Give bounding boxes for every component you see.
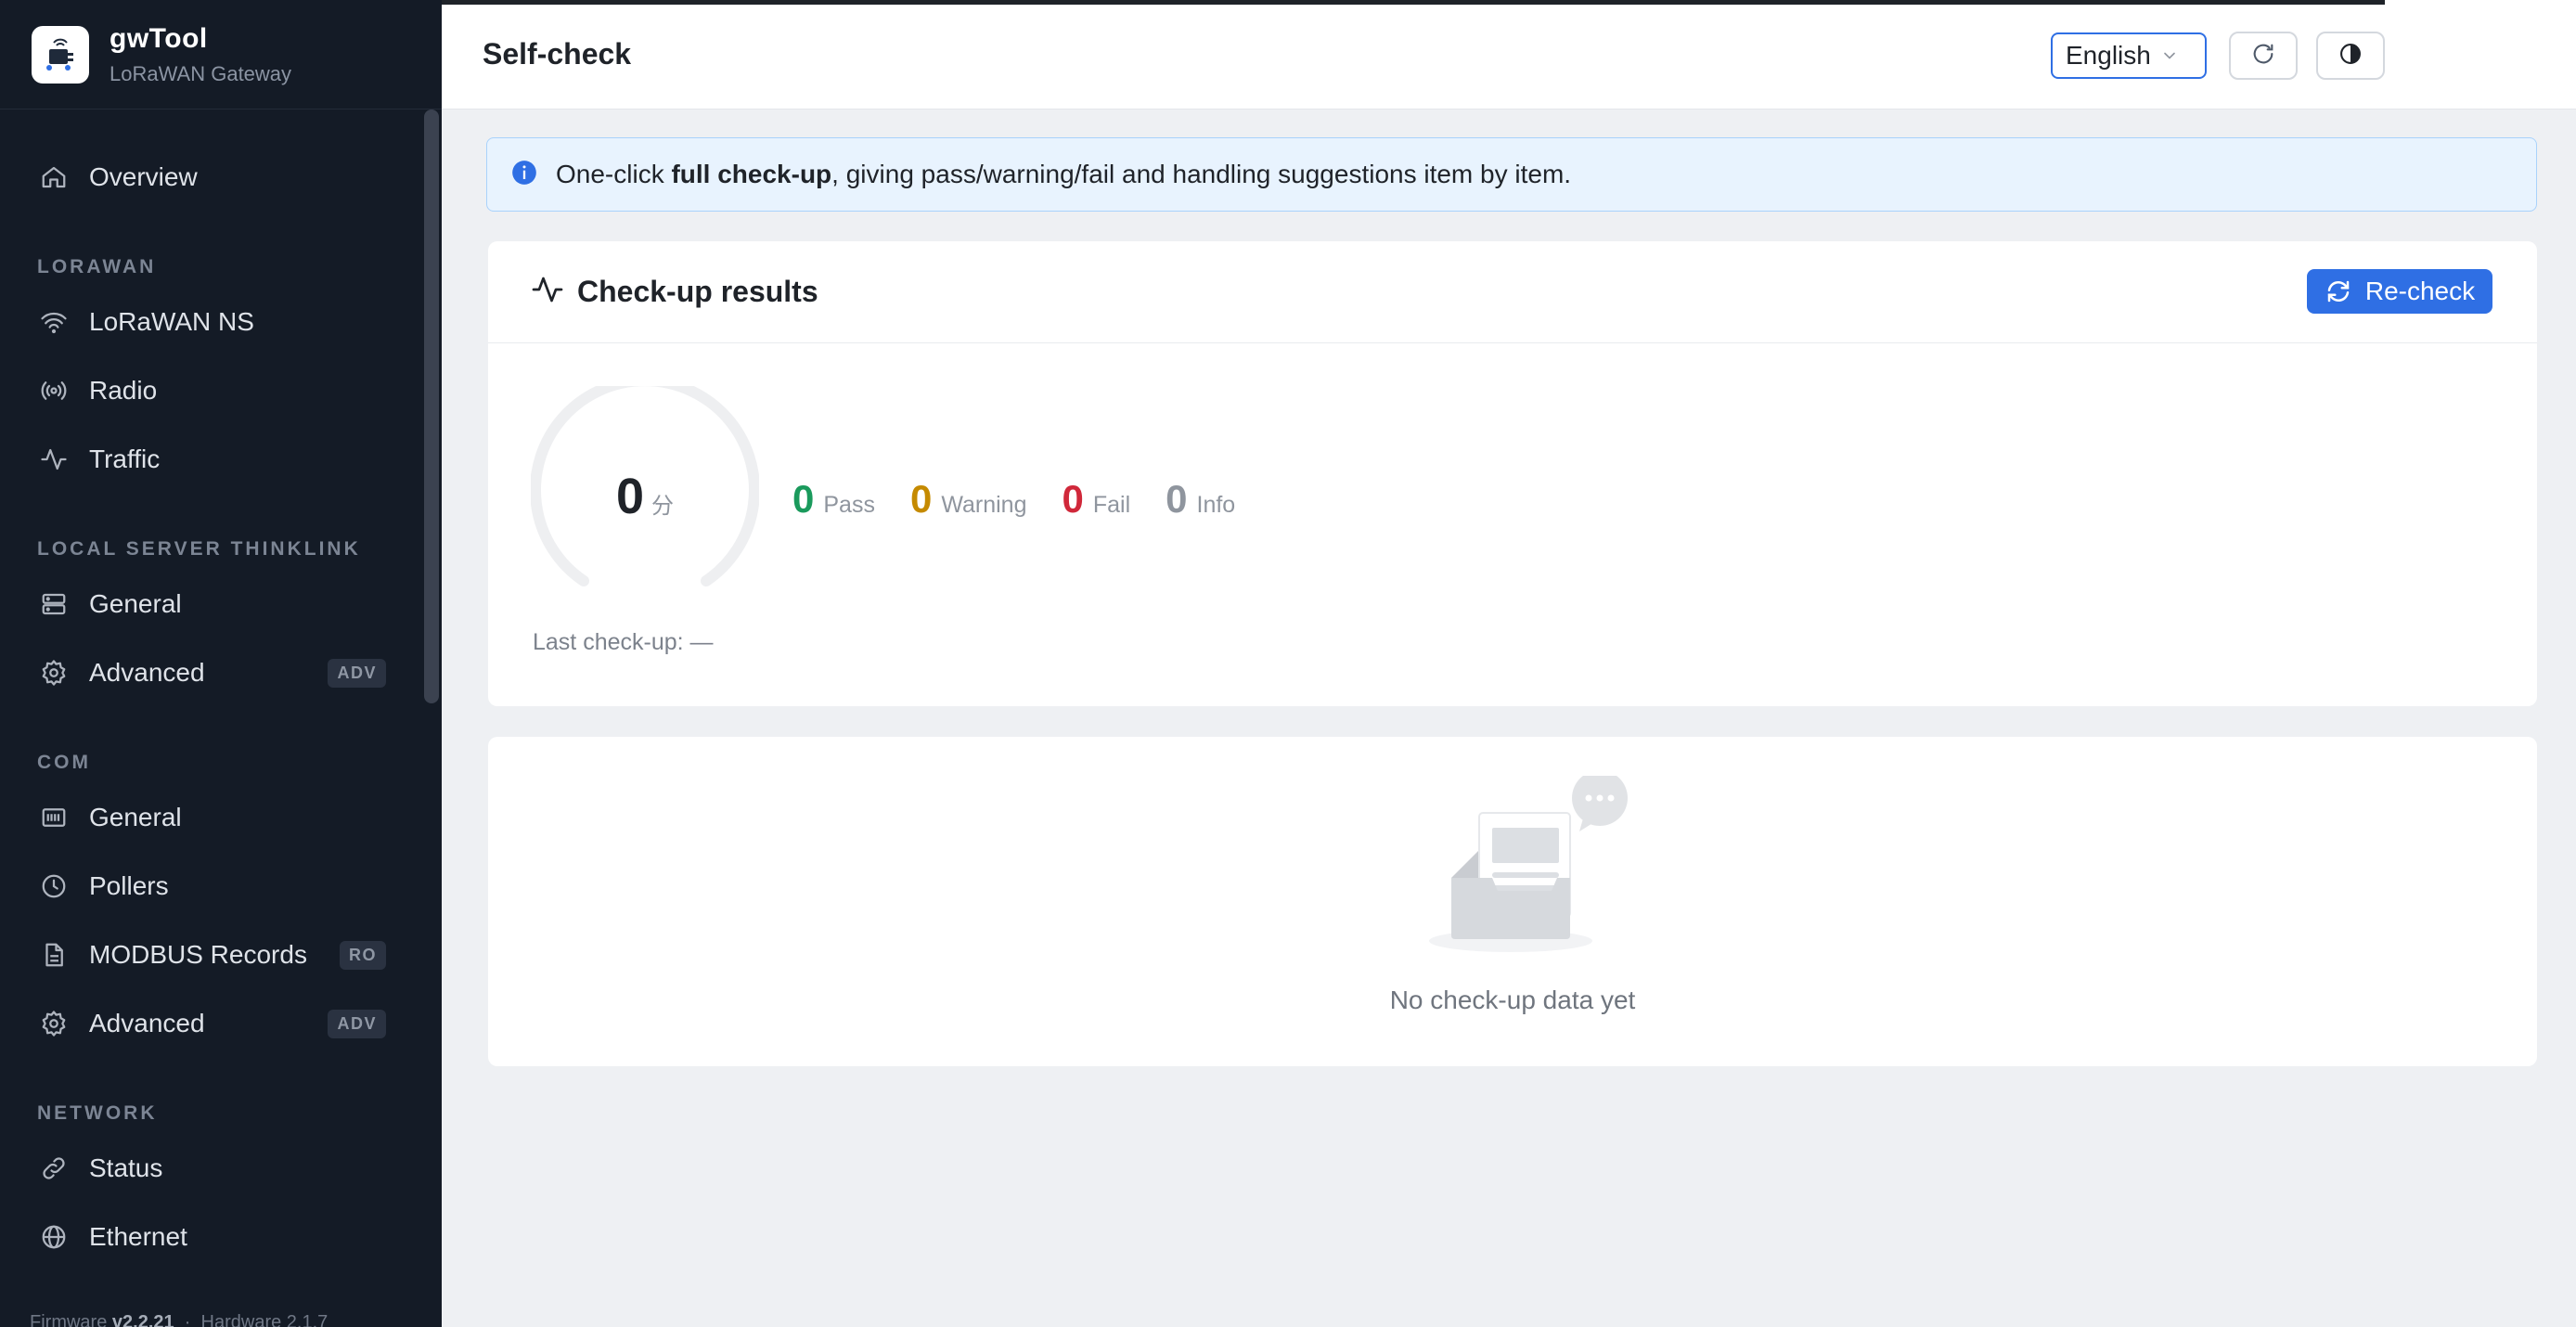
empty-inbox-icon	[1427, 770, 1650, 966]
last-checkup-text: Last check-up: —	[533, 629, 714, 655]
info-label: Info	[1196, 492, 1236, 518]
alert-text: One-click full check-up, giving pass/war…	[556, 160, 1571, 189]
sidebar-item-com-general[interactable]: General	[0, 783, 442, 852]
home-icon	[37, 161, 71, 194]
alert-prefix: One-click	[556, 160, 672, 188]
globe-icon	[37, 1220, 71, 1254]
topbar: Self-check English	[442, 0, 2576, 110]
fail-label: Fail	[1092, 492, 1131, 518]
score-value: 0分	[531, 468, 759, 525]
warning-count: 0	[909, 477, 933, 521]
section-network: NETWORK	[37, 1102, 158, 1124]
result-stats: 0 Pass 0 Warning 0 Fail 0 Info	[792, 477, 1270, 522]
fail-count: 0	[1062, 477, 1084, 521]
activity-icon	[37, 443, 71, 476]
sidebar-item-label: Status	[89, 1153, 163, 1182]
refresh-icon	[2250, 41, 2276, 71]
hardware-label: Hardware	[200, 1312, 282, 1327]
serial-port-icon	[37, 801, 71, 834]
activity-icon	[531, 273, 564, 311]
page-title: Self-check	[483, 37, 632, 71]
sidebar-scrollbar[interactable]	[424, 110, 439, 703]
firmware-label: Firmware	[30, 1312, 108, 1327]
sidebar-item-label: Advanced	[89, 658, 205, 687]
sidebar-item-radio[interactable]: Radio	[0, 356, 442, 425]
pass-count: 0	[792, 477, 815, 521]
results-title: Check-up results	[577, 275, 818, 308]
score-gauge: 0分	[530, 375, 760, 599]
alert-bold: full check-up	[671, 160, 832, 188]
document-icon	[37, 938, 71, 972]
stat-info: 0 Info	[1166, 477, 1235, 522]
top-progress-line	[442, 0, 2385, 5]
gear-icon	[37, 656, 71, 689]
recheck-label: Re-check	[2364, 277, 2476, 305]
sidebar-item-label: Overview	[89, 162, 198, 191]
sidebar-nav: Overview LORAWAN LoRaWAN NS Radio Traffi…	[0, 110, 442, 1271]
chevron-down-icon	[2160, 46, 2179, 65]
stat-fail: 0 Fail	[1062, 477, 1130, 522]
sidebar-item-overview[interactable]: Overview	[0, 143, 442, 212]
empty-card: No check-up data yet	[488, 737, 2537, 1066]
theme-toggle-button[interactable]	[2316, 32, 2385, 80]
results-card: Check-up results Re-check 0分 0 Pass 0 Wa…	[488, 241, 2537, 706]
sidebar-item-label: Radio	[89, 376, 158, 405]
stat-warning: 0 Warning	[910, 477, 1027, 522]
adv-badge: ADV	[328, 659, 386, 688]
sidebar-item-label: General	[89, 803, 182, 831]
stat-pass: 0 Pass	[792, 477, 875, 522]
info-alert: One-click full check-up, giving pass/war…	[486, 137, 2537, 212]
radio-broadcast-icon	[37, 374, 71, 407]
sidebar-item-label: Advanced	[89, 1009, 205, 1037]
sidebar-item-ls-advanced[interactable]: Advanced ADV	[0, 638, 442, 707]
results-card-header: Check-up results Re-check	[488, 241, 2537, 343]
link-icon	[37, 1152, 71, 1185]
recheck-button[interactable]: Re-check	[2307, 269, 2492, 314]
sidebar-item-ethernet[interactable]: Ethernet	[0, 1203, 442, 1271]
gateway-logo-icon	[32, 25, 89, 84]
hardware-version: 2.1.7	[286, 1312, 328, 1327]
sidebar-item-modbus-records[interactable]: MODBUS Records RO	[0, 921, 442, 989]
sidebar-item-traffic[interactable]: Traffic	[0, 425, 442, 494]
pass-label: Pass	[823, 492, 875, 518]
firmware-version: v2.2.21	[111, 1312, 174, 1327]
adv-badge: ADV	[328, 1010, 386, 1038]
section-lorawan: LORAWAN	[37, 256, 157, 277]
language-value: English	[2066, 41, 2151, 70]
app-subtitle: LoRaWAN Gateway	[109, 61, 292, 85]
score-unit: 分	[651, 494, 675, 519]
sidebar-item-label: Pollers	[89, 871, 169, 900]
info-icon	[511, 160, 537, 190]
language-select[interactable]: English	[2051, 32, 2207, 79]
sidebar-item-label: Traffic	[89, 444, 161, 473]
info-count: 0	[1166, 477, 1188, 521]
ro-badge: RO	[340, 941, 386, 970]
sidebar-item-label: MODBUS Records	[89, 940, 307, 969]
sidebar-item-lorawan-ns[interactable]: LoRaWAN NS	[0, 288, 442, 356]
clock-icon	[37, 870, 71, 903]
sidebar-item-label: General	[89, 589, 182, 618]
contrast-icon	[2338, 41, 2363, 71]
refresh-button[interactable]	[2229, 32, 2298, 80]
sidebar: gwTool LoRaWAN Gateway Overview LORAWAN …	[0, 0, 442, 1327]
alert-suffix: , giving pass/warning/fail and handling …	[831, 160, 1572, 188]
sidebar-item-ls-general[interactable]: General	[0, 570, 442, 638]
section-local-server: LOCAL SERVER THINKLINK	[37, 538, 361, 560]
wifi-icon	[37, 305, 71, 339]
warning-label: Warning	[941, 492, 1027, 518]
sidebar-item-label: LoRaWAN NS	[89, 307, 254, 336]
sidebar-item-com-advanced[interactable]: Advanced ADV	[0, 989, 442, 1058]
section-com: COM	[37, 752, 91, 773]
empty-state-text: No check-up data yet	[1389, 986, 1636, 1014]
sidebar-item-label: Ethernet	[89, 1222, 187, 1251]
refresh-icon	[2325, 277, 2352, 305]
sidebar-item-status[interactable]: Status	[0, 1134, 442, 1203]
server-icon	[37, 587, 71, 621]
app-name: gwTool	[109, 22, 208, 54]
brand: gwTool LoRaWAN Gateway	[0, 0, 442, 110]
sidebar-item-pollers[interactable]: Pollers	[0, 852, 442, 921]
gear-icon	[37, 1007, 71, 1040]
version-footer: Firmware v2.2.21 · Hardware 2.1.7	[30, 1312, 328, 1327]
score-number: 0	[615, 469, 645, 524]
